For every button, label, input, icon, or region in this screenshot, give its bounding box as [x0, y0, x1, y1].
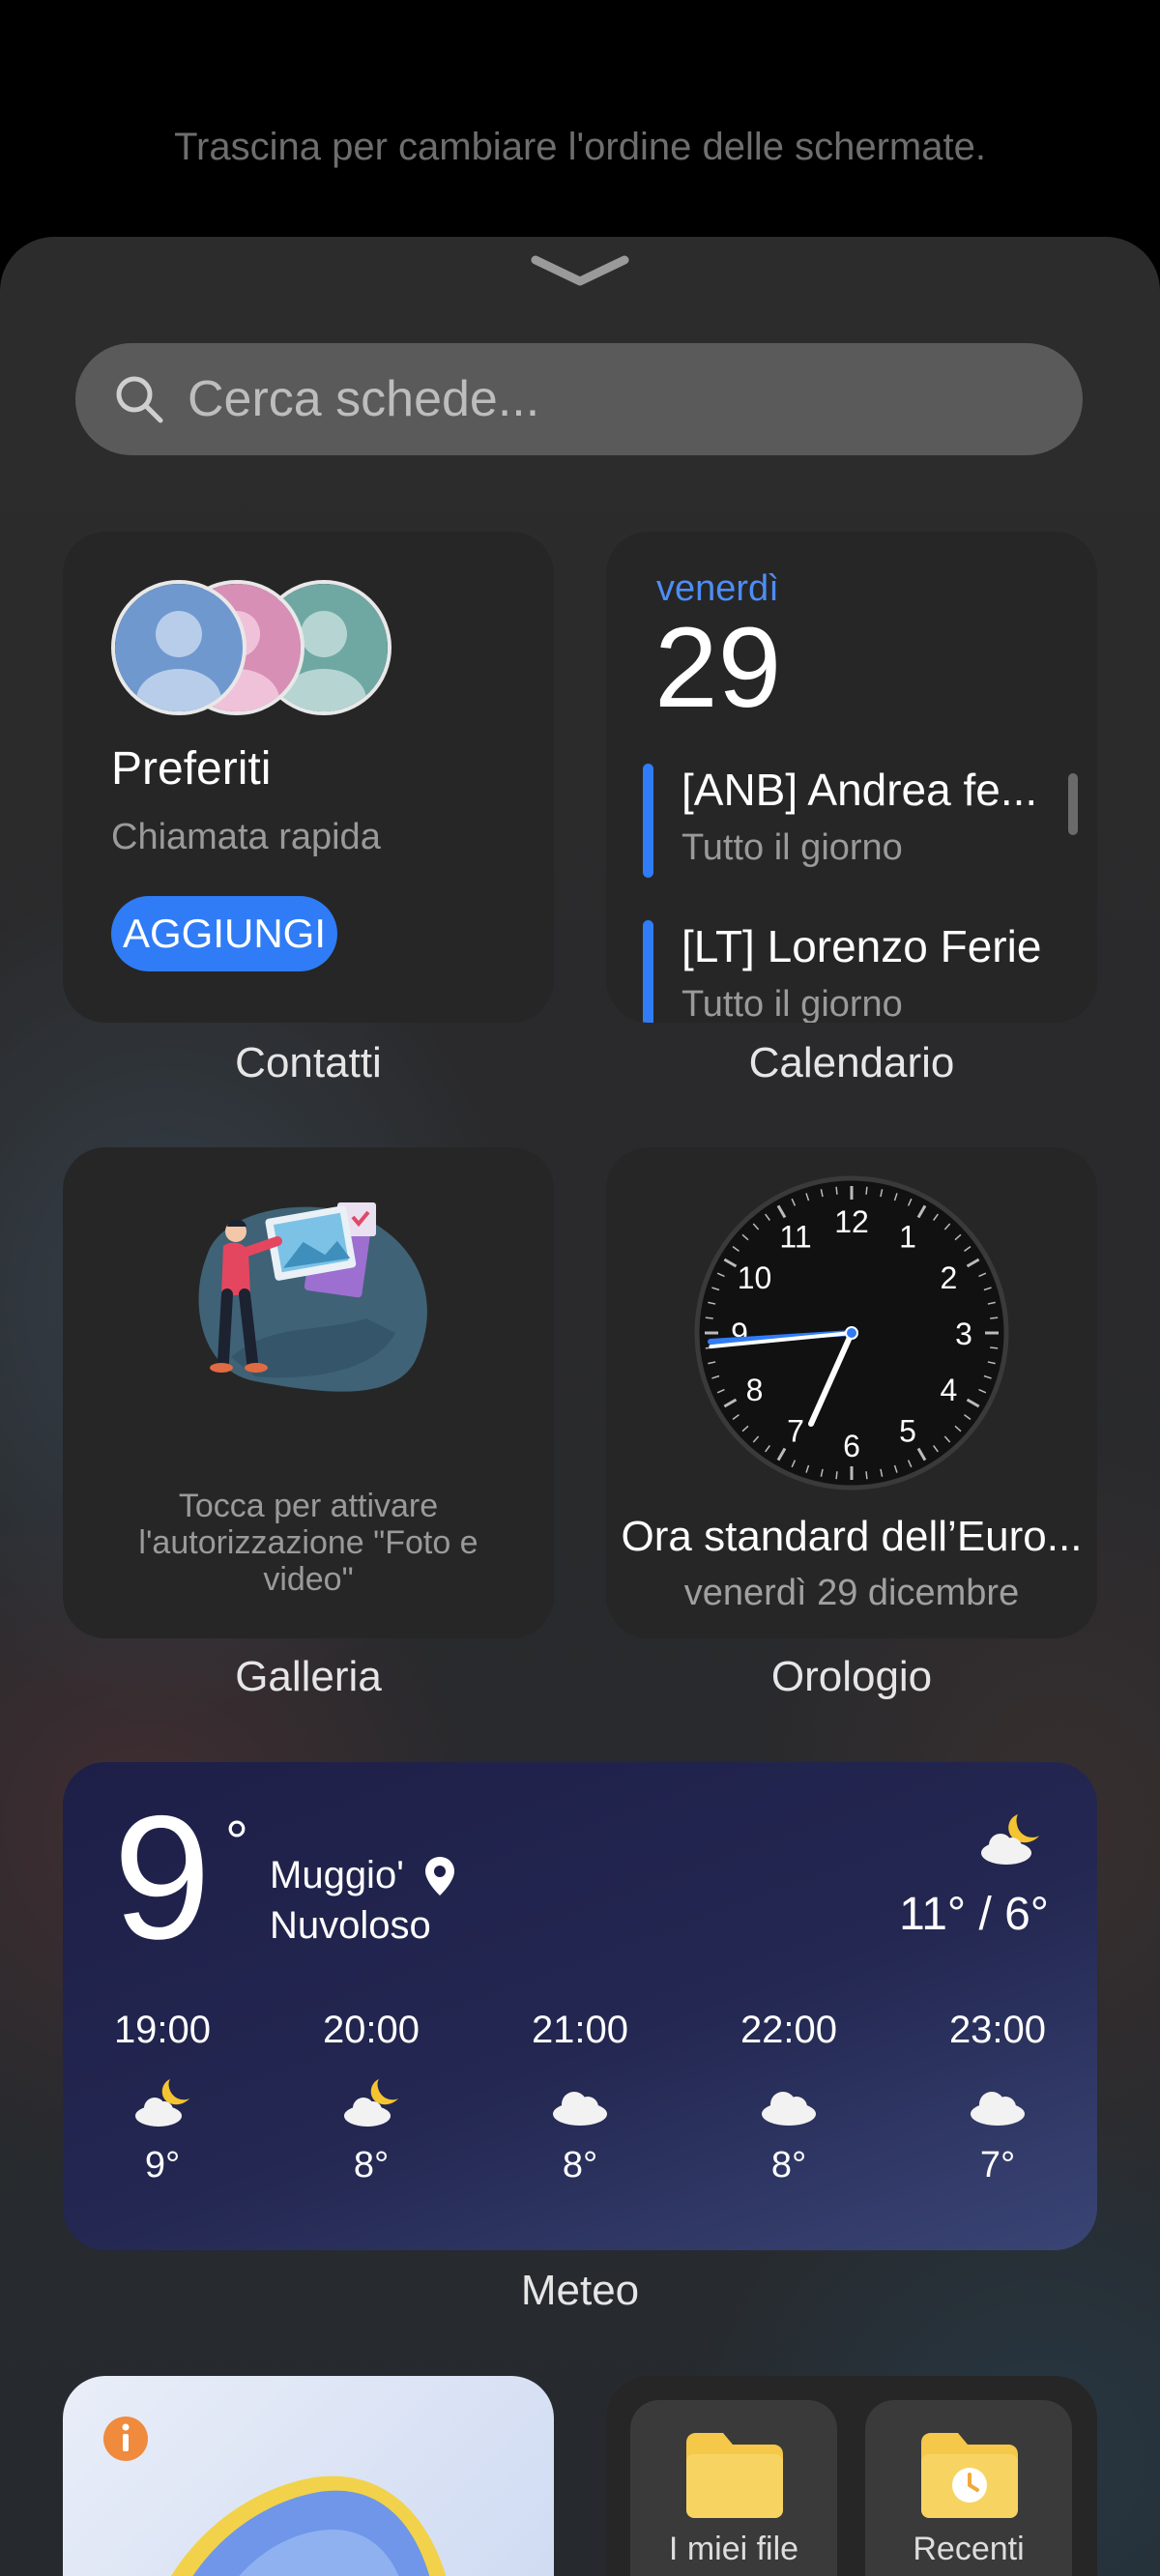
weather-widget[interactable]: 9 ° Muggio' Nuvoloso 11° / 6° 19:00 9° 2…: [63, 1762, 1097, 2250]
weather-city: Muggio': [270, 1854, 404, 1896]
moon-cloud-icon: [135, 2079, 189, 2127]
clock-tick: [705, 1317, 713, 1319]
contacts-label: Contatti: [235, 1039, 382, 1086]
gallery-illustration: [198, 1202, 427, 1392]
files-tile-my-files[interactable]: I miei file: [630, 2400, 837, 2576]
clock-number: 5: [899, 1413, 916, 1448]
event-color-bar: [643, 920, 653, 1023]
calendar-label: Calendario: [748, 1039, 955, 1086]
forecast-time: 19:00: [113, 2009, 212, 2051]
app-widget-partial[interactable]: [63, 2376, 554, 2576]
moon-cloud-icon: [981, 1814, 1039, 1865]
cloud-icon: [762, 2092, 816, 2126]
calendar-event-title[interactable]: [LT] Lorenzo Ferie: [682, 920, 1041, 972]
files-tile-label: I miei file: [668, 2531, 799, 2567]
forecast-temp: 8°: [562, 2145, 598, 2185]
calendar-event-time: Tutto il giorno: [682, 827, 903, 868]
clock-tick: [865, 1186, 868, 1195]
forecast-time: 20:00: [322, 2009, 420, 2051]
clock-tick: [990, 1317, 999, 1319]
clock-timezone: Ora standard dell’Euro...: [621, 1513, 1083, 1560]
search-icon: [116, 376, 163, 423]
event-color-bar: [643, 764, 653, 878]
chevron-down-icon[interactable]: [530, 252, 630, 291]
location-pin-icon: [425, 1857, 454, 1896]
clock-number: 4: [941, 1373, 958, 1407]
forecast-temp: 7°: [979, 2145, 1016, 2185]
clock-number: 12: [834, 1204, 869, 1239]
recent-folder-icon: [921, 2433, 1018, 2518]
files-widget[interactable]: I miei file Recenti: [606, 2376, 1097, 2576]
clock-number: 10: [738, 1260, 772, 1295]
gallery-widget[interactable]: Tocca per attivare l'autorizzazione "Fot…: [63, 1147, 554, 1638]
forecast-time: 21:00: [531, 2009, 629, 2051]
add-favorite-button[interactable]: AGGIUNGI: [111, 896, 337, 971]
calendar-day-number: 29: [654, 604, 782, 732]
gallery-permission-text: Tocca per attivare l'autorizzazione "Fot…: [138, 1488, 478, 1598]
forecast-time: 22:00: [740, 2009, 838, 2051]
abstract-shape-illustration: [170, 2475, 447, 2576]
clock-tick: [835, 1186, 838, 1195]
hourly-forecast-item: 22:00 8°: [721, 2009, 856, 2186]
hourly-forecast-item: 23:00 7°: [930, 2009, 1065, 2186]
weather-label: Meteo: [520, 2267, 640, 2314]
clock-number: 3: [955, 1317, 972, 1351]
clock-tick: [835, 1471, 838, 1480]
hourly-forecast-item: 20:00 8°: [304, 2009, 439, 2186]
moon-cloud-icon: [344, 2079, 398, 2127]
weather-condition: Nuvoloso: [270, 1904, 431, 1947]
hint-text: Trascina per cambiare l'ordine delle sch…: [174, 126, 986, 168]
weather-current-temp: 9: [113, 1779, 212, 1976]
clock-number: 1: [899, 1220, 916, 1255]
contacts-title: Preferiti: [111, 743, 272, 795]
clock-number: 11: [779, 1220, 811, 1255]
clock-date: venerdì 29 dicembre: [683, 1573, 1020, 1613]
weather-high-low: 11° / 6°: [899, 1889, 1049, 1940]
cloud-icon: [553, 2092, 607, 2126]
scrollbar[interactable]: [1068, 773, 1078, 835]
calendar-event-time: Tutto il giorno: [682, 984, 903, 1023]
clock-number: 6: [843, 1429, 860, 1463]
gallery-label: Galleria: [235, 1653, 382, 1700]
clock-number: 7: [787, 1413, 804, 1448]
search-placeholder: Cerca schede...: [188, 371, 540, 427]
forecast-temp: 8°: [770, 2145, 807, 2185]
cloud-icon: [971, 2092, 1025, 2126]
files-tile-label: Recenti: [913, 2531, 1025, 2567]
clock-widget[interactable]: 12 1 2 3 4 5 6 7 8 9 10 11 Ora standard dell’Euro..…: [606, 1147, 1097, 1638]
forecast-time: 23:00: [948, 2009, 1047, 2051]
files-tile-recent[interactable]: Recenti: [865, 2400, 1072, 2576]
clock-number: 2: [941, 1260, 958, 1295]
contacts-subtitle: Chiamata rapida: [111, 817, 381, 857]
forecast-temp: 8°: [353, 2145, 390, 2185]
avatar: [111, 580, 246, 715]
weather-degree-symbol: °: [225, 1809, 248, 1874]
calendar-widget[interactable]: venerdì 29 [ANB] Andrea fe... Tutto il g…: [606, 532, 1097, 1023]
hourly-forecast-item: 21:00 8°: [512, 2009, 648, 2186]
clock-label: Orologio: [770, 1653, 933, 1700]
analog-clock-icon: 12 1234567891011: [694, 1175, 1009, 1491]
folder-icon: [686, 2433, 783, 2518]
clock-number: 8: [746, 1373, 764, 1407]
calendar-event-title[interactable]: [ANB] Andrea fe...: [682, 764, 1037, 816]
clock-tick: [990, 1346, 999, 1349]
clock-tick: [865, 1471, 868, 1480]
search-input[interactable]: Cerca schede...: [75, 343, 1083, 455]
contacts-widget[interactable]: Preferiti Chiamata rapida AGGIUNGI: [63, 532, 554, 1023]
forecast-temp: 9°: [144, 2145, 181, 2185]
widget-sheet: Cerca schede... Preferiti Chiamata rapid…: [0, 237, 1160, 2576]
hourly-forecast-item: 19:00 9°: [95, 2009, 230, 2186]
